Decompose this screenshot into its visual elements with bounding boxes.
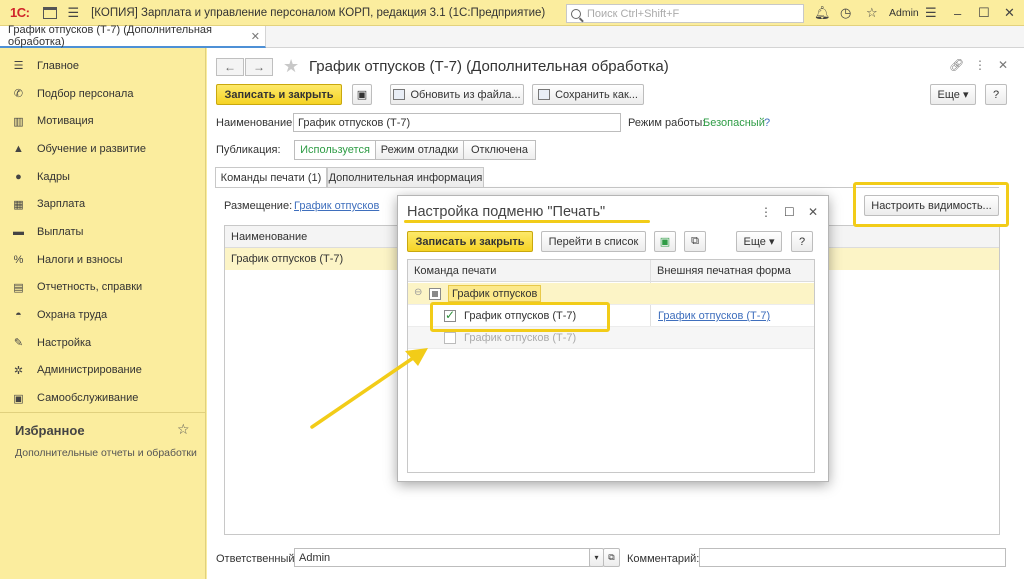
annotation-arrow [310,348,428,429]
